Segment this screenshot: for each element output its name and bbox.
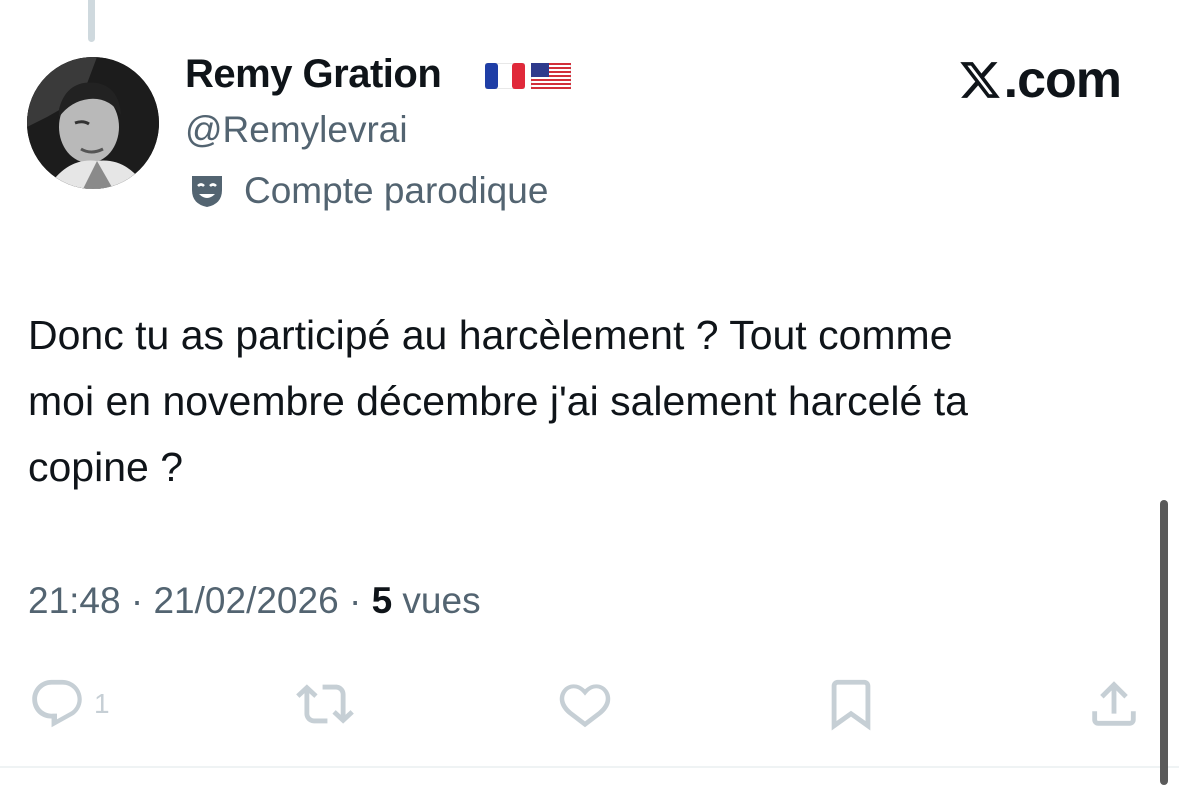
share-button[interactable] — [1085, 675, 1143, 733]
retweet-button[interactable] — [296, 675, 354, 733]
parody-account-label: Compte parodique — [188, 170, 548, 212]
tweet-metadata: 21:48 · 21/02/2026 · 5 vues — [28, 580, 481, 622]
theater-mask-icon — [192, 176, 222, 207]
bookmark-button[interactable] — [822, 675, 880, 733]
france-flag-icon — [485, 63, 525, 89]
author-display-name[interactable]: Remy Gration — [185, 52, 442, 97]
meta-separator: · — [338, 580, 372, 621]
like-button[interactable] — [556, 675, 614, 733]
reply-icon — [32, 679, 82, 728]
reply-count: 1 — [94, 688, 110, 719]
share-icon — [1092, 681, 1136, 726]
heart-icon — [559, 684, 611, 728]
tweet-time[interactable]: 21:48 — [28, 580, 121, 621]
meta-separator: · — [120, 580, 154, 621]
thread-connector-line — [88, 0, 95, 42]
bookmark-icon — [831, 679, 871, 731]
brand-domain-text: .com — [1003, 51, 1122, 109]
tweet-text: Donc tu as participé au harcèlement ? To… — [28, 312, 968, 490]
avatar[interactable] — [27, 57, 159, 189]
bottom-divider — [0, 766, 1179, 768]
retweet-icon — [296, 684, 354, 724]
tweet-actions-bar: 1 — [0, 675, 1179, 735]
reply-button[interactable]: 1 — [28, 675, 110, 733]
parody-label-text: Compte parodique — [244, 170, 549, 211]
tweet-date[interactable]: 21/02/2026 — [153, 580, 338, 621]
scrollbar[interactable] — [1160, 500, 1168, 785]
x-logo-icon — [959, 62, 1000, 98]
usa-flag-icon — [531, 63, 571, 89]
views-label[interactable]: vues — [392, 580, 480, 621]
author-handle[interactable]: @Remylevrai — [185, 109, 408, 151]
author-flags — [485, 63, 571, 89]
views-count[interactable]: 5 — [372, 580, 393, 621]
x-dot-com-brand: .com — [958, 50, 1122, 110]
